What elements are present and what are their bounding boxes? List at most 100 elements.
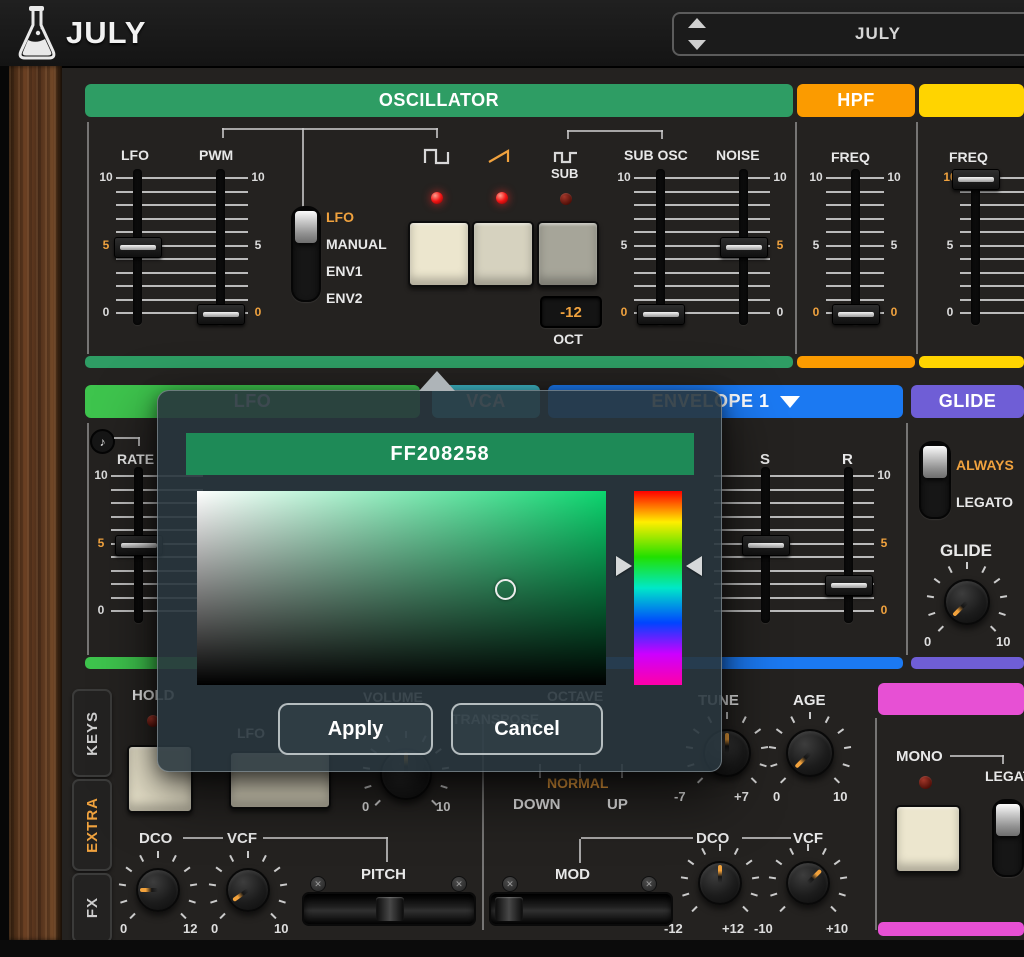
- tab-fx[interactable]: FX: [72, 873, 112, 943]
- mono-button[interactable]: [895, 805, 961, 873]
- cancel-button[interactable]: Cancel: [451, 703, 603, 755]
- knob-tick: [760, 745, 769, 749]
- knob-tick: [842, 762, 850, 767]
- routing-line: [1002, 755, 1004, 764]
- knob-tick: [933, 577, 941, 584]
- preset-name[interactable]: JULY: [734, 14, 1022, 54]
- tab-keys[interactable]: KEYS: [72, 689, 112, 777]
- pulse-wave-button[interactable]: [408, 221, 470, 287]
- osc-pwm-slider-track[interactable]: [216, 169, 225, 325]
- vcf-freq-slider-stripe: [958, 177, 994, 182]
- hpf-freq-slider[interactable]: [832, 304, 880, 325]
- osc-lfo-slider[interactable]: [114, 236, 162, 258]
- left-edge: [0, 66, 9, 940]
- hue-strip[interactable]: [634, 491, 682, 685]
- slider-scale-number: 5: [97, 535, 105, 550]
- hue-arrow-right-icon[interactable]: [686, 556, 702, 576]
- slider-scale-number: 0: [890, 305, 898, 319]
- noise-slider[interactable]: [720, 236, 768, 258]
- lfo-rate-slider[interactable]: [115, 534, 163, 556]
- slider-scale-line: [960, 271, 1024, 274]
- bend-dco-knob[interactable]: [118, 850, 198, 919]
- vcf-freq-slider-track[interactable]: [971, 169, 980, 325]
- saw-wave-button[interactable]: [472, 221, 534, 287]
- sub-osc-button[interactable]: [537, 221, 599, 287]
- slider-scale-line: [960, 190, 1024, 193]
- mono-section-footer: [878, 922, 1024, 936]
- glide-knob[interactable]: [926, 561, 1008, 632]
- osc-pwm-slider[interactable]: [197, 304, 245, 325]
- env-release-slider-track[interactable]: [844, 467, 853, 623]
- bend-dco-min: 0: [120, 921, 128, 936]
- glide-mode-switch-knob[interactable]: [923, 446, 947, 478]
- slider-scale-number: 5: [102, 237, 110, 252]
- glide-mode-switch[interactable]: [919, 441, 951, 519]
- legato-switch-knob[interactable]: [996, 804, 1020, 836]
- env-release-slider[interactable]: [825, 575, 873, 596]
- mod-wheel[interactable]: [489, 892, 673, 926]
- sub-osc-slider[interactable]: [637, 304, 685, 325]
- slider-scale-number: 0: [812, 305, 820, 319]
- age-knob[interactable]: [768, 711, 852, 784]
- slider-scale-number: 5: [946, 237, 954, 252]
- apply-button[interactable]: Apply: [278, 703, 433, 755]
- knob-tick: [754, 727, 762, 734]
- knob-tick: [775, 727, 783, 734]
- pwm-mode-env1[interactable]: ENV1: [326, 263, 363, 279]
- pitch-wheel-handle[interactable]: [376, 897, 404, 921]
- knob-tick: [745, 858, 753, 865]
- sub-octave-display[interactable]: -12: [540, 296, 602, 328]
- sub-osc-slider-track[interactable]: [656, 169, 665, 325]
- color-selector-circle[interactable]: [495, 579, 516, 600]
- knob-tick: [229, 854, 235, 862]
- octave-up-label[interactable]: UP: [607, 796, 628, 813]
- tune-min: -7: [674, 789, 686, 804]
- screw-icon: ✕: [502, 876, 518, 892]
- pitch-label: PITCH: [361, 866, 406, 883]
- mod-wheel-handle[interactable]: [495, 897, 523, 921]
- routing-line: [263, 837, 388, 839]
- knob-tick: [742, 905, 749, 912]
- bend-vcf-knob[interactable]: [208, 850, 288, 919]
- knob-tick: [733, 847, 739, 855]
- knob-tick: [741, 715, 747, 723]
- preset-down-icon[interactable]: [688, 40, 706, 50]
- lfo-depth-label: LFO: [121, 147, 149, 163]
- pwm-mode-manual[interactable]: MANUAL: [326, 236, 387, 252]
- slider-scale-number: 5: [880, 535, 888, 550]
- env-sustain-slider[interactable]: [742, 534, 790, 556]
- pwm-mode-switch[interactable]: [291, 206, 321, 302]
- bend-dco-max: 12: [183, 921, 198, 936]
- legato-switch[interactable]: [992, 799, 1024, 877]
- music-note-icon[interactable]: ♪: [90, 429, 115, 454]
- glide-always-label[interactable]: ALWAYS: [956, 457, 1014, 473]
- slider-scale-number: 10: [94, 468, 108, 482]
- vcf-freq-slider[interactable]: [952, 169, 1000, 190]
- pwm-mode-env2[interactable]: ENV2: [326, 290, 363, 306]
- routing-line: [579, 839, 581, 863]
- pwm-mode-lfo[interactable]: LFO: [326, 209, 354, 225]
- pwm-mode-switch-knob[interactable]: [295, 211, 317, 243]
- hue-arrow-left-icon[interactable]: [616, 556, 632, 576]
- slider-scale-number: 10: [251, 170, 265, 184]
- mod-vcf-knob[interactable]: [768, 843, 848, 912]
- tab-extra[interactable]: EXTRA: [72, 779, 112, 871]
- preset-selector[interactable]: JULY: [672, 12, 1024, 56]
- saturation-value-area[interactable]: [197, 491, 606, 685]
- octave-down-label[interactable]: DOWN: [513, 796, 561, 813]
- octave-normal-label[interactable]: NORMAL: [547, 775, 608, 791]
- slider-scale-line: [960, 285, 1024, 287]
- pitch-wheel[interactable]: [302, 892, 476, 926]
- envelope-dropdown-icon[interactable]: [779, 395, 800, 408]
- glide-footer: [911, 657, 1024, 669]
- routing-line: [183, 837, 223, 839]
- knob-tick: [837, 727, 845, 734]
- screw-icon: ✕: [641, 876, 657, 892]
- bend-vcf-min: 0: [211, 921, 219, 936]
- hpf-freq-slider-track[interactable]: [851, 169, 860, 325]
- mod-dco-knob[interactable]: [680, 843, 760, 912]
- routing-line: [302, 128, 304, 208]
- knob-tick: [273, 865, 281, 872]
- preset-up-icon[interactable]: [688, 18, 706, 28]
- glide-legato-label[interactable]: LEGATO: [956, 494, 1013, 510]
